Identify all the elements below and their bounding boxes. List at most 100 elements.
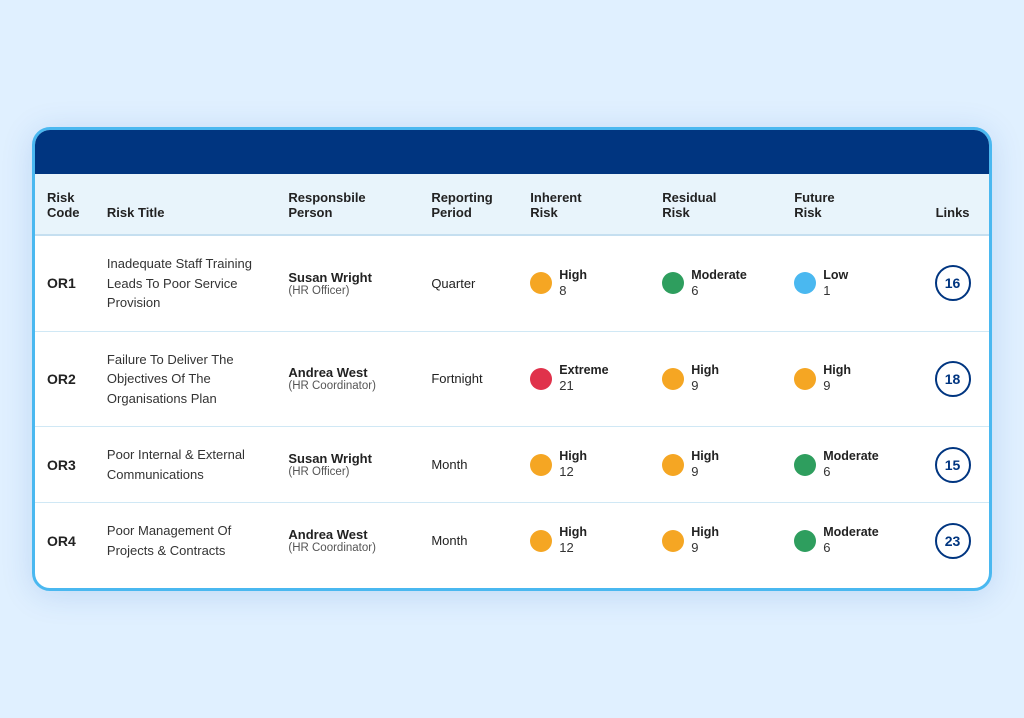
- inherent-indicator: Extreme 21: [530, 363, 640, 394]
- residual-indicator: High 9: [662, 363, 772, 394]
- links-cell: 15: [914, 427, 989, 503]
- risk-title-cell: Poor Management Of Projects & Contracts: [95, 503, 276, 579]
- links-badge: 18: [935, 361, 971, 397]
- responsible-cell: Susan Wright (HR Officer): [276, 235, 419, 331]
- future-indicator: High 9: [794, 363, 904, 394]
- future-label: Low 1: [823, 268, 848, 299]
- risk-title-cell: Failure To Deliver The Objectives Of The…: [95, 331, 276, 427]
- future-indicator: Low 1: [794, 268, 904, 299]
- future-risk-cell: High 9: [782, 331, 914, 427]
- future-dot: [794, 368, 816, 390]
- residual-indicator: Moderate 6: [662, 268, 772, 299]
- residual-indicator: High 9: [662, 449, 772, 480]
- inherent-level: High: [559, 268, 587, 283]
- residual-level: High: [691, 449, 719, 464]
- col-risk-code: RiskCode: [35, 174, 95, 235]
- residual-dot: [662, 454, 684, 476]
- links-badge: 15: [935, 447, 971, 483]
- inherent-indicator: High 12: [530, 525, 640, 556]
- residual-dot: [662, 530, 684, 552]
- future-value: 6: [823, 540, 879, 556]
- future-level: Moderate: [823, 449, 879, 464]
- future-risk-cell: Low 1: [782, 235, 914, 331]
- inherent-label: High 8: [559, 268, 587, 299]
- col-risk-title: Risk Title: [95, 174, 276, 235]
- residual-risk-cell: High 9: [650, 427, 782, 503]
- future-label: Moderate 6: [823, 449, 879, 480]
- responsible-name: Andrea West: [288, 527, 409, 542]
- reporting-period-cell: Quarter: [419, 235, 518, 331]
- residual-risk-cell: High 9: [650, 331, 782, 427]
- inherent-label: High 12: [559, 449, 587, 480]
- links-cell: 16: [914, 235, 989, 331]
- future-value: 6: [823, 464, 879, 480]
- col-reporting-period: ReportingPeriod: [419, 174, 518, 235]
- inherent-indicator: High 12: [530, 449, 640, 480]
- risk-code-cell: OR4: [35, 503, 95, 579]
- residual-risk-cell: High 9: [650, 503, 782, 579]
- risk-table: RiskCode Risk Title ResponsbilePerson Re…: [35, 174, 989, 578]
- responsible-role: (HR Officer): [288, 466, 409, 478]
- future-dot: [794, 530, 816, 552]
- inherent-risk-cell: High 12: [518, 427, 650, 503]
- reporting-period-cell: Month: [419, 503, 518, 579]
- responsible-cell: Andrea West (HR Coordinator): [276, 503, 419, 579]
- responsible-name: Susan Wright: [288, 270, 409, 285]
- inherent-level: High: [559, 449, 587, 464]
- inherent-value: 12: [559, 464, 587, 480]
- residual-risk-cell: Moderate 6: [650, 235, 782, 331]
- links-badge: 16: [935, 265, 971, 301]
- inherent-dot: [530, 454, 552, 476]
- residual-value: 9: [691, 378, 719, 394]
- residual-value: 9: [691, 540, 719, 556]
- inherent-risk-cell: Extreme 21: [518, 331, 650, 427]
- future-dot: [794, 272, 816, 294]
- future-indicator: Moderate 6: [794, 449, 904, 480]
- inherent-value: 8: [559, 283, 587, 299]
- responsible-name: Andrea West: [288, 365, 409, 380]
- responsible-name: Susan Wright: [288, 451, 409, 466]
- responsible-role: (HR Coordinator): [288, 542, 409, 554]
- future-label: Moderate 6: [823, 525, 879, 556]
- future-risk-cell: Moderate 6: [782, 427, 914, 503]
- residual-label: High 9: [691, 363, 719, 394]
- table-row: OR2 Failure To Deliver The Objectives Of…: [35, 331, 989, 427]
- inherent-value: 21: [559, 378, 608, 394]
- residual-indicator: High 9: [662, 525, 772, 556]
- residual-value: 9: [691, 464, 719, 480]
- links-cell: 18: [914, 331, 989, 427]
- future-value: 1: [823, 283, 848, 299]
- links-badge: 23: [935, 523, 971, 559]
- inherent-level: High: [559, 525, 587, 540]
- future-indicator: Moderate 6: [794, 525, 904, 556]
- inherent-risk-cell: High 8: [518, 235, 650, 331]
- col-residual-risk: ResidualRisk: [650, 174, 782, 235]
- risk-register-card: RiskCode Risk Title ResponsbilePerson Re…: [32, 127, 992, 591]
- col-responsible: ResponsbilePerson: [276, 174, 419, 235]
- risk-title-cell: Inadequate Staff Training Leads To Poor …: [95, 235, 276, 331]
- table-row: OR3 Poor Internal & External Communicati…: [35, 427, 989, 503]
- col-links: Links: [914, 174, 989, 235]
- inherent-risk-cell: High 12: [518, 503, 650, 579]
- inherent-label: High 12: [559, 525, 587, 556]
- table-body: OR1 Inadequate Staff Training Leads To P…: [35, 235, 989, 578]
- future-label: High 9: [823, 363, 851, 394]
- responsible-role: (HR Coordinator): [288, 380, 409, 392]
- residual-label: High 9: [691, 525, 719, 556]
- risk-code-cell: OR1: [35, 235, 95, 331]
- inherent-indicator: High 8: [530, 268, 640, 299]
- table-row: OR4 Poor Management Of Projects & Contra…: [35, 503, 989, 579]
- reporting-period-cell: Fortnight: [419, 331, 518, 427]
- residual-value: 6: [691, 283, 747, 299]
- residual-level: High: [691, 363, 719, 378]
- card-header: [35, 130, 989, 174]
- future-value: 9: [823, 378, 851, 394]
- responsible-role: (HR Officer): [288, 285, 409, 297]
- table-row: OR1 Inadequate Staff Training Leads To P…: [35, 235, 989, 331]
- inherent-level: Extreme: [559, 363, 608, 378]
- inherent-dot: [530, 368, 552, 390]
- residual-dot: [662, 368, 684, 390]
- risk-code-cell: OR3: [35, 427, 95, 503]
- inherent-dot: [530, 530, 552, 552]
- residual-dot: [662, 272, 684, 294]
